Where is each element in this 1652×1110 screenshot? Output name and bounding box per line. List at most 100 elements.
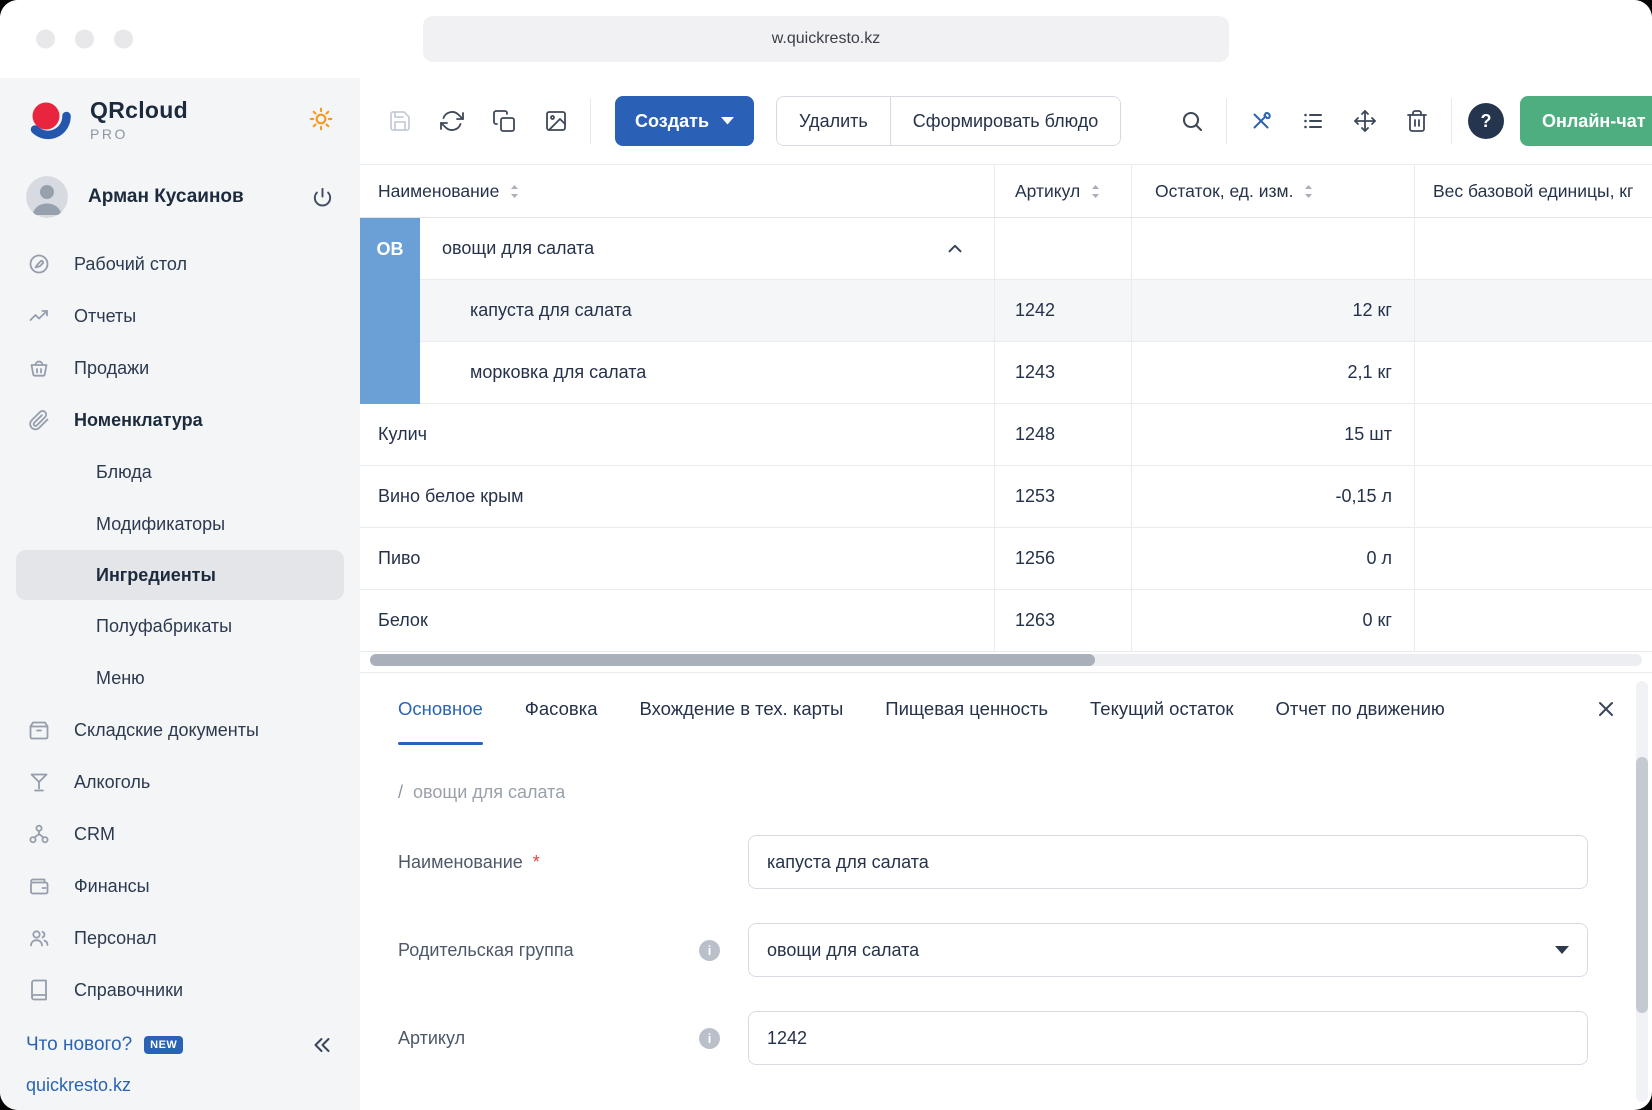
sidebar-item-menu[interactable]: Меню — [0, 652, 360, 704]
sidebar-item-staff[interactable]: Персонал — [0, 912, 360, 964]
user-avatar[interactable] — [26, 176, 68, 218]
table-row[interactable]: морковка для салата 1243 2,1 кг — [360, 342, 1652, 404]
name-input[interactable] — [748, 835, 1588, 889]
tab-current-stock[interactable]: Текущий остаток — [1090, 673, 1233, 745]
table-row[interactable]: капуста для салата 1242 12 кг — [360, 280, 1652, 342]
sidebar-item-semifinished[interactable]: Полуфабрикаты — [0, 600, 360, 652]
tools-view-button[interactable] — [1241, 99, 1281, 143]
staff-icon — [26, 926, 52, 950]
tab-label: Текущий остаток — [1090, 698, 1233, 720]
copy-button[interactable] — [484, 99, 524, 143]
app-window: w.quickresto.kz QRcloud PRO — [0, 0, 1652, 1110]
tab-tech-cards[interactable]: Вхождение в тех. карты — [640, 673, 844, 745]
sku-input[interactable] — [748, 1011, 1588, 1065]
sidebar-item-label: Персонал — [74, 928, 157, 949]
sidebar-item-reports[interactable]: Отчеты — [0, 290, 360, 342]
toolbar-divider — [1226, 98, 1227, 144]
create-button[interactable]: Создать — [615, 96, 754, 146]
table-row[interactable]: Пиво 1256 0 л — [360, 528, 1652, 590]
sidebar-item-finance[interactable]: Финансы — [0, 860, 360, 912]
logout-power-icon[interactable] — [311, 186, 334, 209]
sort-icon — [1090, 184, 1101, 199]
quickresto-footer-link[interactable]: quickresto.kz — [0, 1065, 360, 1102]
info-icon[interactable]: i — [699, 1028, 720, 1049]
tab-movement-report[interactable]: Отчет по движению — [1276, 673, 1445, 745]
help-button[interactable]: ? — [1468, 103, 1504, 139]
refresh-button[interactable] — [432, 99, 472, 143]
sidebar-item-dishes[interactable]: Блюда — [0, 446, 360, 498]
hscroll-track[interactable] — [370, 654, 1642, 666]
brand-plan: PRO — [90, 126, 188, 142]
sku-field-label: Артикул i — [398, 1028, 748, 1049]
delete-button-label: Удалить — [799, 111, 868, 131]
vscroll-thumb[interactable] — [1636, 757, 1648, 1013]
list-view-button[interactable] — [1293, 99, 1333, 143]
window-close-button[interactable] — [36, 30, 55, 49]
column-header-stock[interactable]: Остаток, ед. изм. — [1132, 165, 1415, 218]
save-button[interactable] — [380, 99, 420, 143]
refresh-icon — [440, 109, 464, 133]
row-name: Вино белое крым — [378, 486, 523, 507]
table-row[interactable]: Вино белое крым 1253 -0,15 л — [360, 466, 1652, 528]
sidebar-item-modifiers[interactable]: Модификаторы — [0, 498, 360, 550]
sidebar-item-workspace[interactable]: Рабочий стол — [0, 238, 360, 290]
trash-button[interactable] — [1397, 99, 1437, 143]
url-bar[interactable]: w.quickresto.kz — [423, 16, 1229, 62]
name-field-label: Наименование * — [398, 852, 748, 873]
row-sku: 1242 — [1015, 300, 1055, 321]
caret-down-icon — [721, 117, 734, 125]
parent-group-value: овощи для салата — [767, 940, 919, 961]
delete-button[interactable]: Удалить — [777, 97, 890, 145]
sidebar-item-label: Продажи — [74, 358, 149, 379]
hscroll-thumb[interactable] — [370, 654, 1095, 666]
sidebar-item-label: Меню — [96, 668, 145, 689]
table-row[interactable]: Кулич 1248 15 шт — [360, 404, 1652, 466]
form-dish-button[interactable]: Сформировать блюдо — [890, 97, 1121, 145]
form-row-parent-group: Родительская группа i овощи для салата — [398, 923, 1588, 977]
parent-group-select[interactable]: овощи для салата — [748, 923, 1588, 977]
detail-panel: Основное Фасовка Вхождение в тех. карты … — [360, 672, 1652, 1110]
table-group-row[interactable]: ОВ овощи для салата — [360, 218, 1652, 280]
column-header-sku[interactable]: Артикул — [995, 165, 1132, 218]
form-row-sku: Артикул i — [398, 1011, 1588, 1065]
tab-nutrition[interactable]: Пищевая ценность — [885, 673, 1048, 745]
sidebar-item-crm[interactable]: CRM — [0, 808, 360, 860]
column-header-name[interactable]: Наименование — [360, 165, 995, 218]
tab-packing[interactable]: Фасовка — [525, 673, 598, 745]
online-chat-label: Онлайн-чат — [1542, 111, 1646, 131]
sidebar-item-sales[interactable]: Продажи — [0, 342, 360, 394]
column-header-weight[interactable]: Вес базовой единицы, кг — [1415, 165, 1652, 218]
collapse-group-icon[interactable] — [944, 238, 966, 260]
group-rail — [360, 280, 420, 342]
online-chat-button[interactable]: Онлайн-чат — [1520, 96, 1652, 146]
row-sku: 1248 — [1015, 424, 1055, 445]
sidebar-item-alcohol[interactable]: Алкоголь — [0, 756, 360, 808]
window-maximize-button[interactable] — [114, 30, 133, 49]
theme-brightness-icon[interactable] — [308, 106, 334, 132]
table-row[interactable]: Белок 1263 0 кг — [360, 590, 1652, 652]
close-detail-button[interactable] — [1594, 697, 1618, 721]
sidebar-item-warehouse-docs[interactable]: Складские документы — [0, 704, 360, 756]
tab-label: Основное — [398, 698, 483, 720]
sidebar-item-ingredients[interactable]: Ингредиенты — [16, 550, 344, 600]
tab-main[interactable]: Основное — [398, 673, 483, 745]
directories-icon — [26, 978, 52, 1002]
whats-new-link[interactable]: Что нового? NEW — [0, 1025, 360, 1065]
search-button[interactable] — [1172, 99, 1212, 143]
row-stock: 12 кг — [1353, 300, 1392, 321]
move-button[interactable] — [1345, 99, 1385, 143]
window-minimize-button[interactable] — [75, 30, 94, 49]
sidebar-item-nomenclature[interactable]: Номенклатура — [0, 394, 360, 446]
detail-vertical-scrollbar[interactable] — [1636, 681, 1648, 1102]
tab-label: Фасовка — [525, 698, 598, 720]
toolbar-button-group: Удалить Сформировать блюдо — [776, 96, 1121, 146]
info-icon[interactable]: i — [699, 940, 720, 961]
copy-icon — [492, 109, 516, 133]
group-badge: ОВ — [360, 218, 420, 280]
tab-label: Отчет по движению — [1276, 698, 1445, 720]
new-badge: NEW — [144, 1036, 183, 1054]
collapse-sidebar-icon[interactable] — [310, 1033, 334, 1057]
card-view-button[interactable] — [536, 99, 576, 143]
sidebar-item-directories[interactable]: Справочники — [0, 964, 360, 1016]
reports-icon — [26, 304, 52, 328]
